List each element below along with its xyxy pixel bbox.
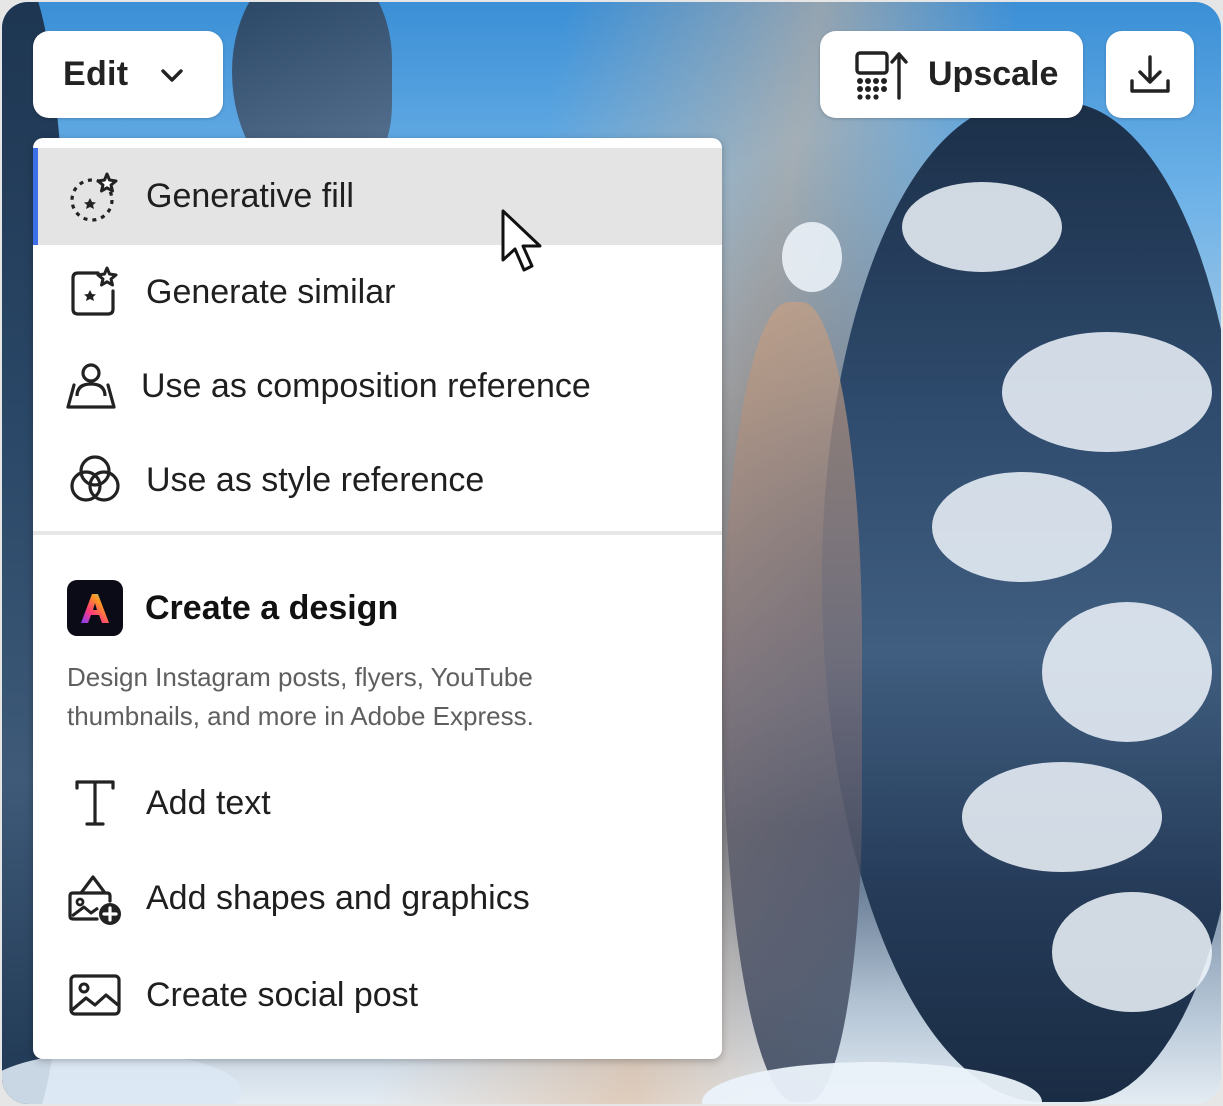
edit-dropdown-menu: Generative fill Generate similar Use as … xyxy=(33,138,722,1059)
menu-item-generative-fill[interactable]: Generative fill xyxy=(33,148,722,245)
create-design-section-header: Create a design xyxy=(67,578,398,638)
edit-dropdown-button[interactable]: Edit xyxy=(33,31,223,118)
menu-item-label: Generative fill xyxy=(146,177,354,215)
download-icon xyxy=(1130,54,1170,93)
shapes-graphics-icon xyxy=(67,871,123,927)
style-reference-icon xyxy=(67,452,123,508)
menu-item-generate-similar[interactable]: Generate similar xyxy=(33,245,722,339)
menu-item-label: Generate similar xyxy=(146,272,396,311)
text-icon xyxy=(67,775,123,831)
download-button[interactable] xyxy=(1106,31,1194,118)
menu-item-label: Create social post xyxy=(146,975,419,1014)
menu-item-style-reference[interactable]: Use as style reference xyxy=(33,433,722,527)
edit-button-label: Edit xyxy=(63,55,129,93)
menu-item-label: Use as style reference xyxy=(146,460,485,499)
image-icon xyxy=(67,967,123,1023)
tree-mid xyxy=(722,302,862,1102)
upscale-button[interactable]: Upscale xyxy=(820,31,1083,118)
adobe-express-icon xyxy=(67,580,123,636)
menu-item-label: Add text xyxy=(146,783,271,822)
upscale-icon xyxy=(855,50,908,100)
create-design-description: Design Instagram posts, flyers, YouTube … xyxy=(67,662,534,731)
upscale-button-label: Upscale xyxy=(928,55,1059,93)
menu-item-composition-reference[interactable]: Use as composition reference xyxy=(33,339,722,433)
mouse-cursor-icon xyxy=(501,209,542,272)
composition-reference-icon xyxy=(63,358,119,414)
menu-divider xyxy=(33,531,722,535)
generative-fill-icon xyxy=(67,169,123,225)
menu-item-create-social-post[interactable]: Create social post xyxy=(33,947,722,1043)
create-design-title: Create a design xyxy=(145,588,399,627)
menu-item-add-text[interactable]: Add text xyxy=(33,756,722,850)
menu-item-label: Use as composition reference xyxy=(141,366,591,405)
generate-similar-icon xyxy=(67,264,123,320)
menu-item-add-shapes-graphics[interactable]: Add shapes and graphics xyxy=(33,850,722,947)
chevron-down-icon xyxy=(161,68,184,82)
menu-item-label: Add shapes and graphics xyxy=(146,879,530,917)
